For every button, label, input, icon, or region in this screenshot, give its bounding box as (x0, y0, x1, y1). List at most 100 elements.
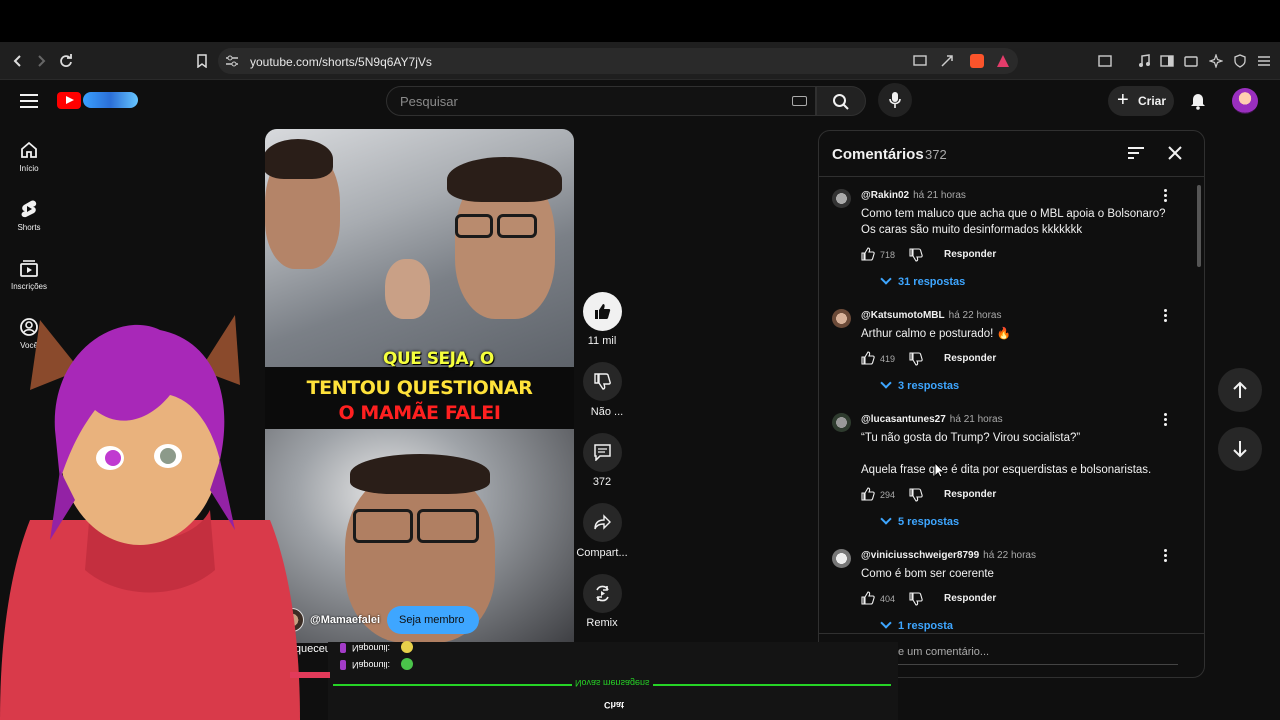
search-placeholder: Pesquisar (400, 94, 458, 109)
shorts-icon (21, 200, 37, 218)
remix-icon (596, 585, 609, 602)
new-messages-label: Novas mensagens (572, 678, 653, 688)
reply-button[interactable]: Responder (944, 593, 996, 604)
sidebar-item-home[interactable]: Início (4, 140, 54, 190)
comment-text: Como tem maluco que acha que o MBL apoia… (861, 208, 1166, 236)
media-icon[interactable] (1134, 51, 1154, 71)
thumbs-up-icon[interactable] (861, 487, 875, 501)
remix-label: Remix (586, 617, 618, 629)
avatar[interactable] (832, 413, 851, 432)
youtube-logo[interactable] (57, 92, 81, 109)
chat-title: Chat (604, 700, 624, 710)
avatar[interactable] (832, 549, 851, 568)
home-icon (21, 141, 37, 158)
view-replies-button[interactable]: 5 respostas (880, 513, 959, 528)
thumbs-down-icon[interactable] (909, 592, 923, 606)
bookmark-icon[interactable] (192, 51, 212, 71)
comment-menu-icon[interactable] (1164, 309, 1168, 323)
comments-scrollbar[interactable] (1197, 185, 1201, 267)
replies-count[interactable]: 1 resposta (898, 620, 953, 632)
back-icon[interactable] (8, 51, 28, 71)
comment-time[interactable]: há 22 horas (949, 310, 1002, 321)
channel-name[interactable]: @Mamaefalei (310, 614, 380, 626)
comment-actions: 294 Responder (861, 487, 1061, 502)
youtube-doodle-logo[interactable] (83, 92, 138, 108)
remix-button[interactable] (583, 574, 622, 613)
comment-author-name[interactable]: @lucasantunes27 (861, 414, 946, 425)
emoji-icon (401, 658, 413, 670)
reload-icon[interactable] (56, 51, 76, 71)
wallet-icon[interactable] (1181, 51, 1201, 71)
replies-count[interactable]: 31 respostas (898, 276, 965, 288)
divider (819, 633, 1204, 634)
comment-menu-icon[interactable] (1164, 549, 1168, 563)
microphone-icon (889, 92, 901, 108)
thumbs-down-icon[interactable] (909, 488, 923, 502)
keyboard-icon[interactable] (792, 96, 807, 106)
sort-comments-icon[interactable] (1127, 145, 1145, 161)
share-label: Compart... (576, 547, 628, 559)
notifications-bell-icon[interactable] (1188, 90, 1208, 110)
like-button[interactable] (583, 292, 622, 331)
chevron-down-icon (880, 617, 892, 629)
thumbs-up-icon[interactable] (861, 591, 875, 605)
comment-author[interactable]: @lucasantunes27 há 21 horas (861, 414, 1003, 425)
comment-time[interactable]: há 21 horas (950, 414, 1003, 425)
comment-like-count: 294 (880, 490, 896, 500)
sidebar-toggle-icon[interactable] (1157, 51, 1177, 71)
view-replies-button[interactable]: 31 respostas (880, 273, 965, 288)
avatar[interactable] (832, 189, 851, 208)
comment-actions: 404 Responder (861, 591, 1061, 606)
replies-count[interactable]: 3 respostas (898, 380, 959, 392)
previous-short-button[interactable] (1218, 368, 1262, 412)
sidebar-item-label: Shorts (17, 223, 41, 232)
share-icon (594, 514, 611, 530)
leo-ai-icon[interactable] (1206, 51, 1226, 71)
comment-author-name[interactable]: @viniciusschweiger8799 (861, 550, 979, 561)
close-icon[interactable] (1167, 145, 1183, 161)
brave-rewards-icon[interactable] (993, 51, 1013, 71)
comment-author-name[interactable]: @KatsumotoMBL (861, 310, 945, 321)
comments-count: 372 (925, 147, 947, 162)
cast-icon[interactable] (910, 51, 930, 71)
thumbs-down-icon[interactable] (909, 352, 923, 366)
comment-menu-icon[interactable] (1164, 413, 1168, 427)
comment-time[interactable]: há 21 horas (913, 190, 966, 201)
site-settings-icon[interactable] (222, 51, 242, 71)
thumbs-up-icon[interactable] (861, 247, 875, 261)
comment-time[interactable]: há 22 horas (983, 550, 1036, 561)
add-comment-input[interactable]: e um comentário... (898, 646, 989, 658)
sidebar-item-shorts[interactable]: Shorts (4, 199, 54, 249)
thumbs-down-icon[interactable] (909, 248, 923, 262)
view-replies-button[interactable]: 1 resposta (880, 617, 953, 632)
reply-button[interactable]: Responder (944, 249, 996, 260)
sidebar-item-subscriptions[interactable]: Inscrições (4, 258, 54, 308)
brave-shields-icon[interactable] (970, 54, 984, 68)
reply-button[interactable]: Responder (944, 489, 996, 500)
url-text[interactable]: youtube.com/shorts/5N9q6AY7jVs (250, 55, 432, 69)
reader-mode-icon[interactable] (1095, 51, 1115, 71)
comment-menu-icon[interactable] (1164, 189, 1168, 203)
avatar[interactable] (832, 309, 851, 328)
next-short-button[interactable] (1218, 427, 1262, 471)
replies-count[interactable]: 5 respostas (898, 516, 959, 528)
comment-author[interactable]: @viniciusschweiger8799 há 22 horas (861, 550, 1036, 561)
comment-author[interactable]: @KatsumotoMBL há 22 horas (861, 310, 1001, 321)
view-replies-button[interactable]: 3 respostas (880, 377, 959, 392)
menu-icon[interactable] (1254, 51, 1274, 71)
comment-author[interactable]: @Rakin02 há 21 horas (861, 190, 966, 201)
voice-search-button[interactable] (878, 83, 912, 117)
dislike-button[interactable] (583, 362, 622, 401)
vpn-shield-icon[interactable] (1230, 51, 1250, 71)
search-button[interactable] (816, 86, 866, 116)
comments-button[interactable] (583, 433, 622, 472)
reply-button[interactable]: Responder (944, 353, 996, 364)
share-button[interactable] (583, 503, 622, 542)
share-page-icon[interactable] (937, 51, 957, 71)
comment-author-name[interactable]: @Rakin02 (861, 190, 909, 201)
forward-icon[interactable] (31, 51, 51, 71)
thumbs-up-icon[interactable] (861, 351, 875, 365)
account-avatar[interactable] (1232, 88, 1258, 114)
comment-icon (594, 444, 611, 461)
guide-menu-icon[interactable] (20, 94, 38, 108)
